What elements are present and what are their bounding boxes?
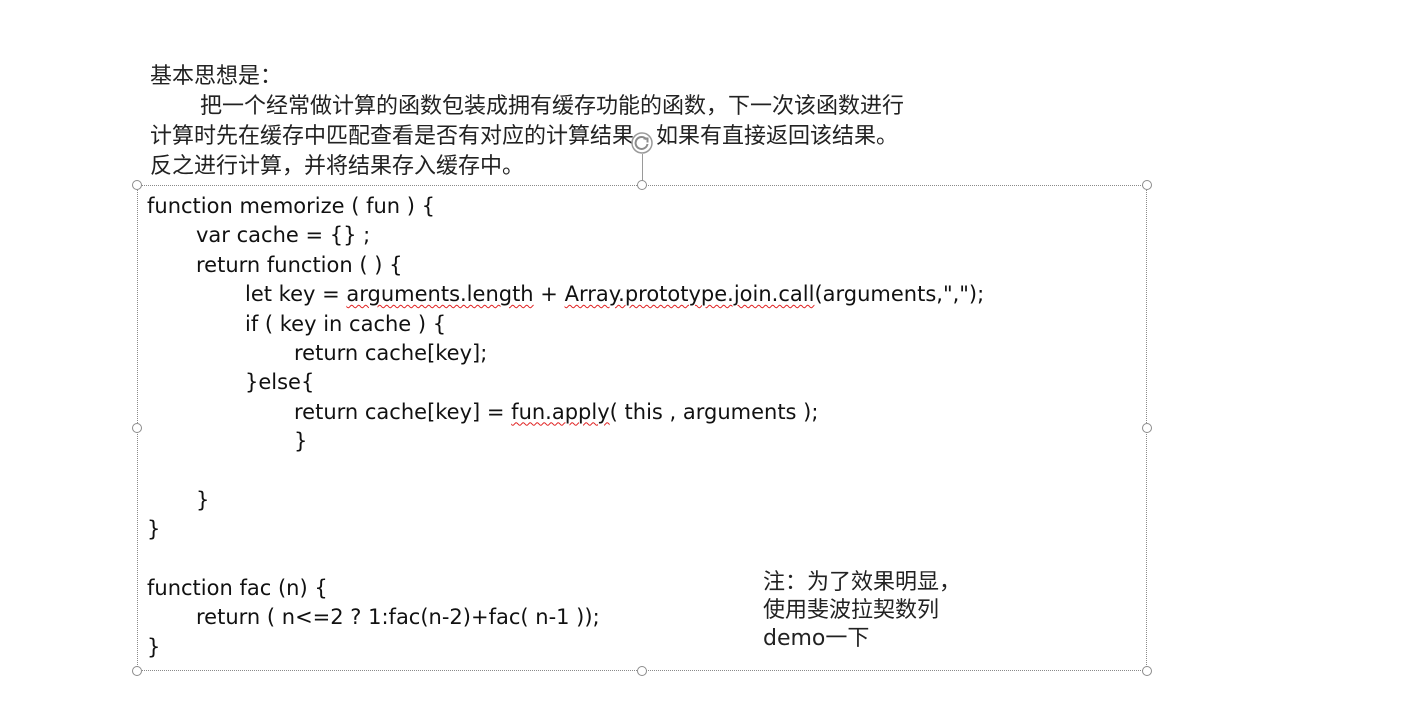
intro-paragraph-line-1: 把一个经常做计算的函数包装成拥有缓存功能的函数，下一次该函数进行 [200,94,905,119]
code-line: return function ( ) { [196,252,403,277]
resize-handle-icon[interactable] [132,423,142,433]
resize-handle-icon[interactable] [132,666,142,676]
note-line-1: 注：为了效果明显， [763,570,962,595]
code-line: } [294,429,308,454]
code-line: } [147,517,161,542]
spellcheck-word: arguments.length [346,282,534,307]
code-line: }else{ [245,370,315,395]
resize-handle-icon[interactable] [1142,666,1152,676]
code-line: let key = arguments.length + Array.proto… [147,280,984,309]
code-text: return cache[key] = [294,399,512,424]
code-line: var cache = {} ; [196,223,371,248]
spellcheck-word: Array.prototype.join.call [564,282,815,307]
resize-handle-icon[interactable] [637,666,647,676]
code-text: + [533,282,565,307]
intro-heading: 基本思想是： [150,64,283,89]
resize-handle-icon[interactable] [1142,423,1152,433]
code-text: ( this , arguments ); [609,399,819,424]
rotate-handle-icon[interactable] [630,131,654,155]
code-line: if ( key in cache ) { [245,311,447,336]
spellcheck-word: fun.apply [511,399,610,424]
resize-handle-icon[interactable] [132,180,142,190]
code-text: let key = [245,282,347,307]
code-text: (arguments,","); [814,282,985,307]
resize-handle-icon[interactable] [637,180,647,190]
intro-paragraph-line-2: 计算时先在缓存中匹配查看是否有对应的计算结果，如果有直接返回该结果。 [150,124,899,149]
note-line-2: 使用斐波拉契数列 [763,598,940,623]
intro-paragraph-line-3: 反之进行计算，并将结果存入缓存中。 [150,154,525,179]
resize-handle-icon[interactable] [1142,180,1152,190]
code-line: } [196,487,210,512]
code-line: return cache[key] = fun.apply( this , ar… [147,398,984,427]
code-line: return cache[key]; [294,340,488,365]
intro-text: 基本思想是： 把一个经常做计算的函数包装成拥有缓存功能的函数，下一次该函数进行 … [150,62,1010,182]
note-text: 注：为了效果明显， 使用斐波拉契数列 demo一下 [763,569,961,653]
code-line: function memorize ( fun ) { [147,194,436,218]
note-line-3: demo一下 [763,626,870,651]
